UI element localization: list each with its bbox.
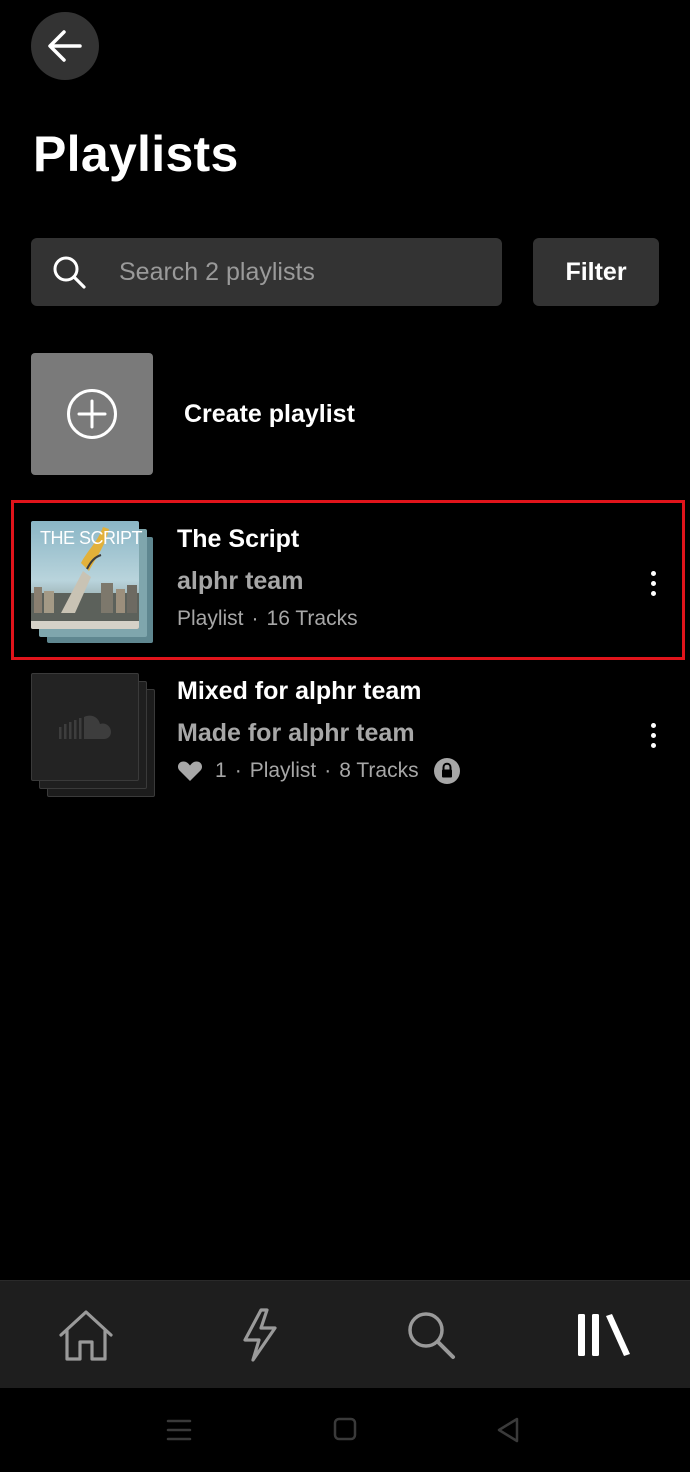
filter-button[interactable]: Filter [533,238,659,306]
system-back-button[interactable] [496,1416,520,1444]
playlist-type: Playlist [177,607,244,630]
create-playlist-label: Create playlist [184,399,355,428]
plus-circle-icon [67,389,117,439]
playlist-track-count: 16 Tracks [266,607,358,630]
menu-icon [166,1419,192,1441]
meta-separator: · [324,759,332,782]
create-playlist-tile [31,353,153,475]
playlist-cover-stack: THE SCRIPT [31,521,155,645]
home-square-icon [333,1417,357,1441]
search-icon [408,1312,456,1359]
library-icon [577,1314,630,1356]
playlists-page: Playlists Filter Create playlist [0,0,690,1472]
more-options-button[interactable] [641,565,665,601]
nav-search[interactable] [381,1285,481,1385]
playlist-cover-stack [31,673,155,797]
search-icon [53,256,86,289]
search-field[interactable] [31,238,502,306]
meta-separator: · [234,759,242,782]
back-button[interactable] [31,12,99,80]
playlist-track-count: 8 Tracks [339,759,419,782]
playlist-title: Mixed for alphr team [177,677,422,705]
playlist-info: Mixed for alphr team Made for alphr team… [177,673,461,789]
system-home-button[interactable] [333,1417,357,1441]
playlist-item[interactable]: Mixed for alphr team Made for alphr team… [31,673,671,797]
back-triangle-icon [497,1417,519,1443]
system-menu-button[interactable] [166,1418,192,1442]
nav-home[interactable] [36,1285,136,1385]
lightning-icon [243,1308,277,1362]
playlist-info: The Script alphr team Playlist · 16 Trac… [177,521,358,637]
nav-library[interactable] [554,1285,654,1385]
playlist-meta: Playlist · 16 Tracks [177,601,358,637]
playlist-owner: alphr team [177,567,304,595]
playlist-meta: 1 · Playlist · 8 Tracks [177,753,461,789]
page-title: Playlists [33,126,239,182]
nav-stream[interactable] [209,1285,309,1385]
playlist-owner: Made for alphr team [177,719,415,747]
heart-icon [177,761,203,781]
soundcloud-cloud-icon [59,715,111,739]
home-icon [59,1310,113,1361]
create-playlist-row[interactable]: Create playlist [31,353,659,475]
more-options-button[interactable] [641,717,665,753]
search-input[interactable] [117,256,481,288]
system-navigation-bar [0,1388,690,1472]
arrow-left-icon [48,30,82,62]
playlist-title: The Script [177,525,300,553]
meta-separator: · [251,607,259,630]
album-cover-text: THE SCRIPT [40,528,143,548]
lock-icon [433,758,460,784]
playlist-item[interactable]: THE SCRIPT The Script alphr team Playlis… [31,521,671,643]
playlist-like-count: 1 [215,759,227,782]
bottom-navigation [0,1280,690,1389]
playlist-type: Playlist [249,759,317,782]
